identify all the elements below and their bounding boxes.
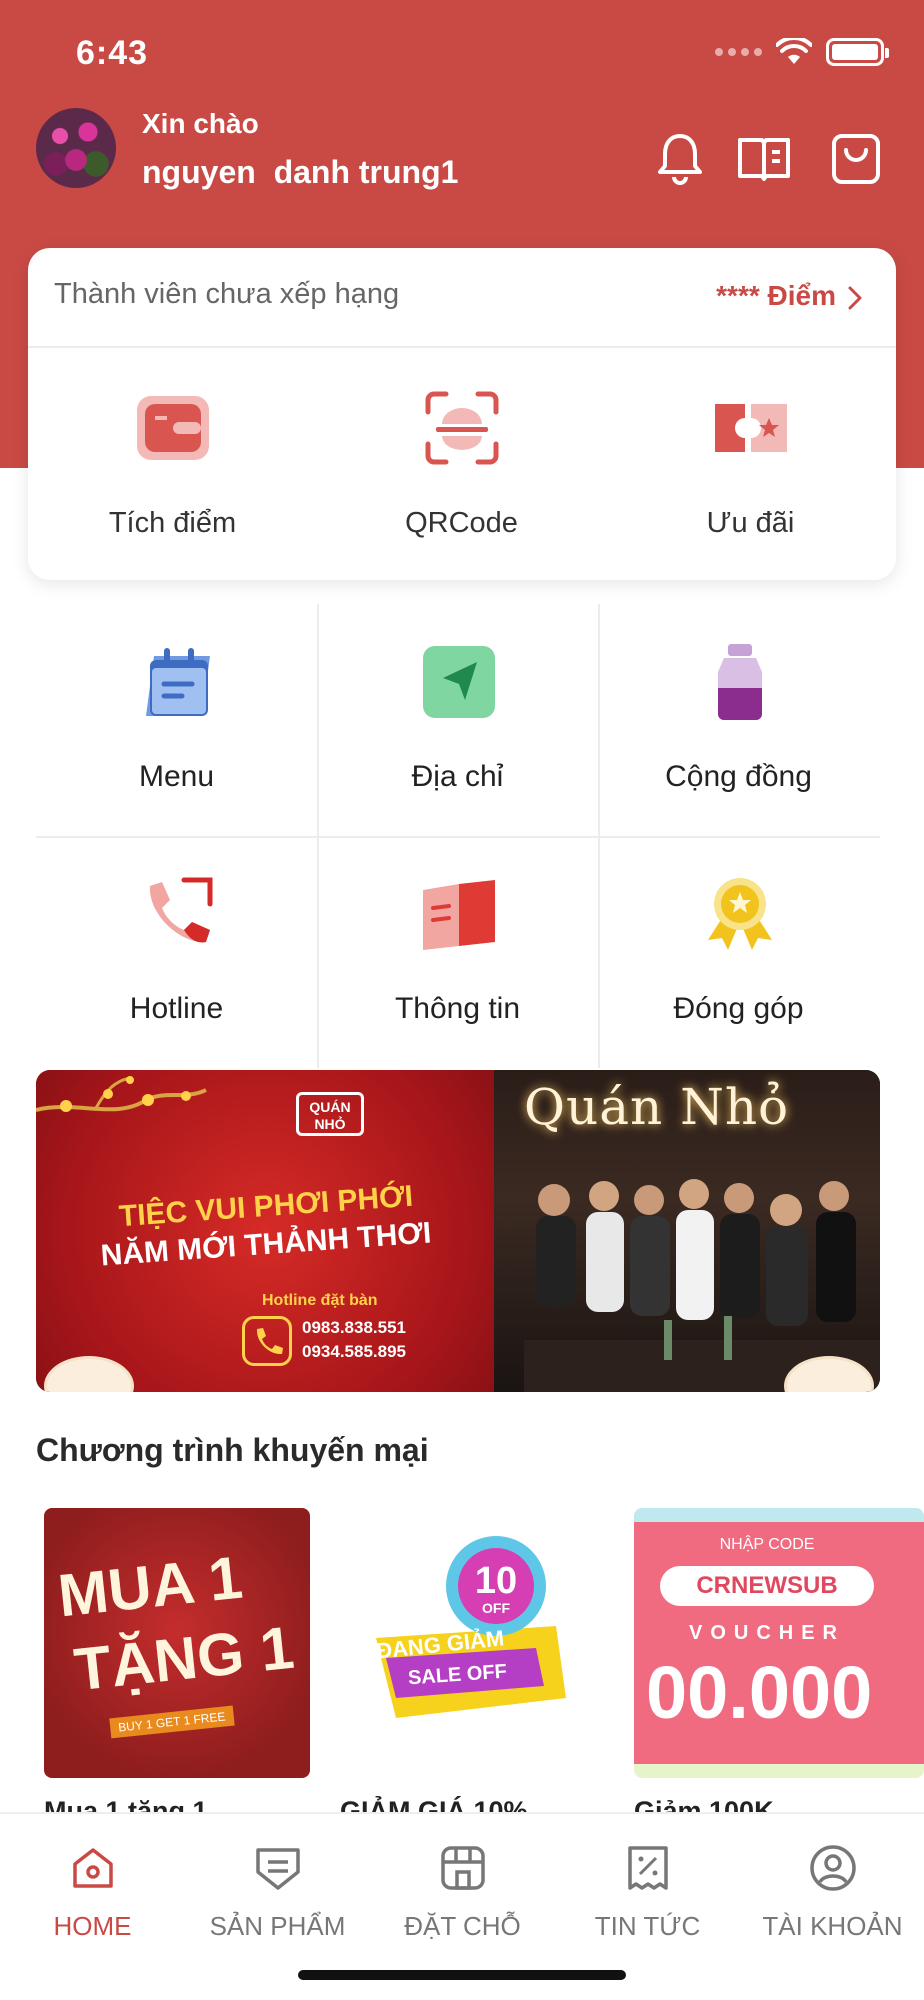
member-rank-row[interactable]: Thành viên chưa xếp hạng **** Điểm: [28, 248, 896, 348]
wifi-icon: [776, 38, 812, 64]
grid-item-menu[interactable]: Menu: [36, 604, 317, 836]
promo-art-code-label: NHẬP CODE: [719, 1536, 815, 1553]
grid-item-info[interactable]: Thông tin: [317, 836, 598, 1068]
wallet-icon: [136, 396, 209, 460]
banner-photo: Quán Nhỏ: [494, 1070, 880, 1392]
home-indicator: [298, 1970, 626, 1980]
banner-logo: QUÁN NHỎ: [296, 1092, 364, 1136]
news-icon: [627, 1846, 668, 1890]
bag-icon[interactable]: [826, 128, 886, 188]
tab-products[interactable]: SẢN PHẨM: [185, 1842, 370, 1942]
phone-icon: [242, 1316, 292, 1366]
tab-home[interactable]: HOME: [0, 1842, 185, 1942]
grid-item-community[interactable]: Cộng đồng: [598, 604, 879, 836]
banner-restaurant-sign: Quán Nhỏ: [524, 1078, 790, 1136]
grid-item-address[interactable]: Địa chỉ: [317, 604, 598, 836]
cellular-signal-icon: [715, 48, 762, 56]
grid-item-label: Menu: [138, 760, 215, 793]
status-icons: [715, 38, 889, 66]
tab-news[interactable]: TIN TỨC: [555, 1842, 740, 1942]
phone-icon: [149, 877, 213, 943]
people-photo: [524, 1179, 880, 1392]
tab-label: TIN TỨC: [594, 1911, 701, 1941]
store-icon: [440, 1846, 485, 1890]
blossom-branch-icon: [36, 1076, 207, 1112]
bottle-icon: [718, 644, 762, 720]
greeting-text: Xin chào: [142, 108, 259, 139]
promo-art-line2: TẶNG 1: [71, 1613, 297, 1704]
product-icon: [255, 1848, 300, 1890]
banner-promo-panel: QUÁN NHỎ TIỆC VUI PHƠI PHỚI NĂM MỚI THẢN…: [36, 1070, 496, 1392]
promo-art-sub: BUY 1 GET 1 FREE: [109, 1705, 235, 1739]
status-time: 6:43: [76, 34, 149, 72]
promo-art-off: OFF: [482, 1600, 510, 1616]
bell-icon[interactable]: [650, 128, 710, 188]
open-book-icon: [423, 880, 495, 950]
grid-item-label: Đóng góp: [673, 992, 804, 1025]
banner-phone-2: 0934.585.895: [302, 1342, 406, 1361]
calendar-icon: [146, 648, 210, 716]
status-bar: 6:43: [0, 0, 924, 110]
app-screen: 6:43 Xin chào nguyen danh trung1 Thành v…: [0, 0, 924, 2000]
quick-action-offers[interactable]: Ưu đãi: [606, 388, 895, 568]
promo-banner[interactable]: QUÁN NHỎ TIỆC VUI PHƠI PHỚI NĂM MỚI THẢN…: [36, 1070, 880, 1392]
cloud-decoration: [44, 1356, 134, 1392]
member-card: Thành viên chưa xếp hạng **** Điểm Tích …: [28, 248, 896, 580]
member-points: **** Điểm: [716, 280, 836, 311]
grid-item-label: Hotline: [129, 992, 224, 1025]
promo-art-line1: MUA 1: [55, 1543, 246, 1630]
promotions-title: Chương trình khuyến mại: [36, 1432, 429, 1468]
feature-grid: Menu Địa chỉ Cộng đồng Hotline Thông tin…: [36, 604, 880, 1068]
tab-label: HOME: [53, 1911, 132, 1941]
quick-action-accumulate[interactable]: Tích điểm: [28, 388, 317, 568]
banner-hotline-label: Hotline đặt bàn: [262, 1292, 378, 1309]
quick-action-label: Tích điểm: [108, 507, 237, 539]
account-icon: [809, 1845, 856, 1891]
grid-item-hotline[interactable]: Hotline: [36, 836, 317, 1068]
avatar[interactable]: [36, 108, 116, 188]
promo-art-pct: 10: [474, 1560, 518, 1602]
tab-booking[interactable]: ĐẶT CHỖ: [370, 1842, 555, 1942]
quick-action-label: QRCode: [405, 507, 518, 539]
location-arrow-icon: [423, 646, 495, 718]
battery-icon: [826, 38, 889, 66]
grid-item-label: Địa chỉ: [411, 760, 504, 793]
grid-item-label: Thông tin: [394, 992, 521, 1025]
grid-item-contribute[interactable]: Đóng góp: [598, 836, 879, 1068]
tab-account[interactable]: TÀI KHOẢN: [740, 1842, 924, 1942]
tab-label: ĐẶT CHỖ: [404, 1911, 521, 1941]
user-header: Xin chào nguyen danh trung1: [36, 106, 896, 190]
award-icon: [708, 878, 772, 950]
quick-action-qrcode[interactable]: QRCode: [317, 388, 606, 568]
promo-card-discount[interactable]: 10 OFF ĐANG GIẢM SALE OFF: [336, 1508, 602, 1778]
qr-scan-icon: [425, 391, 498, 465]
banner-phone-1: 0983.838.551: [302, 1318, 406, 1337]
promo-art-code: CRNEWSUB: [660, 1566, 874, 1606]
grid-item-label: Cộng đồng: [665, 760, 812, 793]
promo-card-buy1get1[interactable]: MUA 1 TẶNG 1 BUY 1 GET 1 FREE: [44, 1508, 310, 1778]
home-icon: [72, 1848, 113, 1888]
chevron-right-icon: [848, 286, 862, 310]
coupon-icon: [714, 404, 787, 452]
promo-card-voucher[interactable]: NHẬP CODE CRNEWSUB VOUCHER 00.000: [634, 1508, 924, 1778]
quick-action-label: Ưu đãi: [706, 507, 795, 539]
username-text: nguyen danh trung1: [142, 154, 459, 190]
tab-label: SẢN PHẨM: [209, 1911, 346, 1941]
promo-art-voucher: VOUCHER: [688, 1622, 845, 1644]
member-rank: Thành viên chưa xếp hạng: [54, 278, 400, 310]
book-icon[interactable]: [734, 128, 794, 188]
tab-label: TÀI KHOẢN: [762, 1911, 903, 1941]
promo-art-amount: 00.000: [646, 1651, 873, 1734]
